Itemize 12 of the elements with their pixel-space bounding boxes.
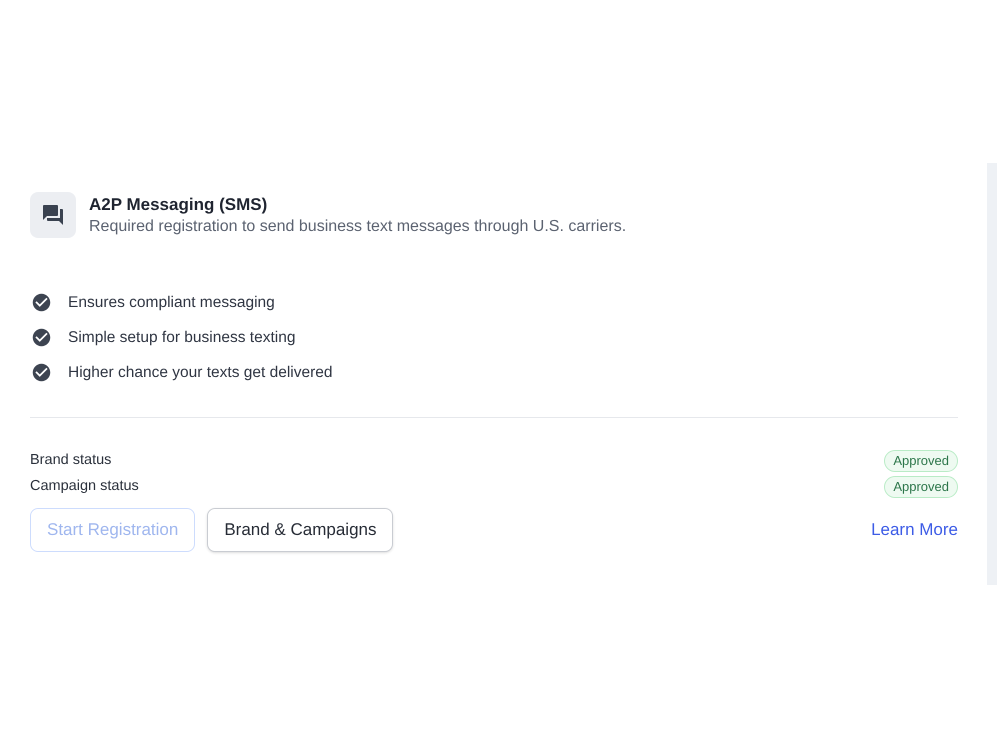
card-title: A2P Messaging (SMS)	[89, 194, 268, 216]
feature-text: Ensures compliant messaging	[68, 292, 275, 313]
feature-text: Higher chance your texts get delivered	[68, 362, 333, 383]
learn-more-link[interactable]: Learn More	[871, 517, 958, 543]
status-badge: Approved	[884, 476, 958, 498]
feature-text: Simple setup for business texting	[68, 328, 296, 348]
status-label: Brand status	[30, 451, 112, 470]
action-button[interactable]: Brand & Campaigns	[207, 508, 394, 552]
card-description: Required registration to send business text messages through U.S. carriers.	[89, 217, 626, 237]
status-badge: Approved	[884, 450, 958, 472]
chat-bubbles-icon	[30, 192, 76, 238]
status-label: Campaign status	[30, 477, 139, 496]
